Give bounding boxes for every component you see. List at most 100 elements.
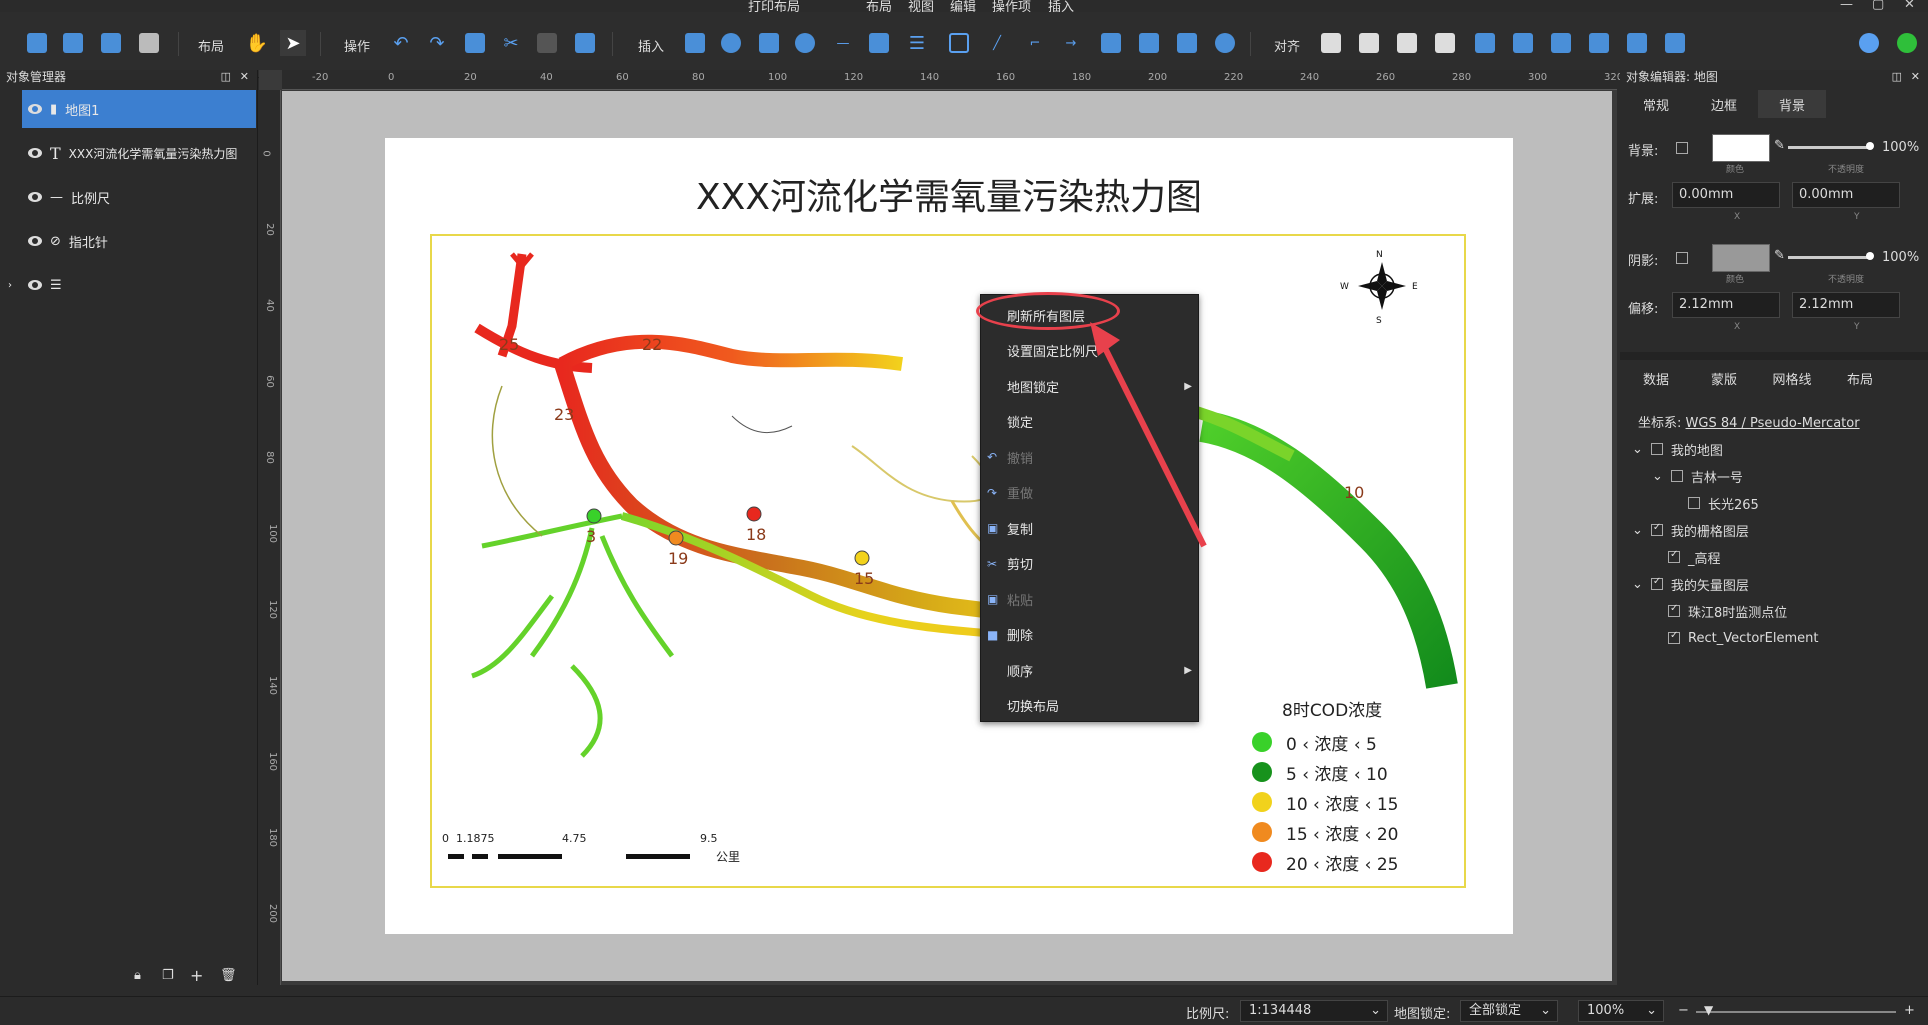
- tab-data[interactable]: 数据: [1622, 364, 1690, 392]
- layer-tree-item[interactable]: ⌄我的栅格图层: [1632, 519, 1749, 541]
- layer-checkbox[interactable]: [1668, 630, 1680, 644]
- close-panel-icon[interactable]: ✕: [240, 70, 249, 84]
- context-menu-item[interactable]: ■ 删除: [981, 617, 1200, 653]
- layer-item-title[interactable]: T XXX河流化学需氧量污染热力图: [22, 134, 256, 172]
- layer-checkbox[interactable]: [1688, 497, 1700, 509]
- insert-table-icon[interactable]: [1136, 30, 1162, 56]
- zoom-in-icon[interactable]: +: [1904, 1003, 1915, 1018]
- context-menu-item[interactable]: ▣ 粘贴: [981, 581, 1200, 617]
- close-window-icon[interactable]: ✕: [1904, 0, 1915, 12]
- tab-layout[interactable]: 布局: [1826, 364, 1894, 392]
- layer-checkbox[interactable]: [1670, 470, 1683, 482]
- insert-rect-icon[interactable]: [946, 30, 972, 56]
- layer-tree-item[interactable]: 珠江8时监测点位: [1652, 600, 1787, 622]
- lower-icon[interactable]: [1356, 30, 1382, 56]
- tab-grid[interactable]: 网格线: [1758, 364, 1826, 392]
- add-icon[interactable]: +: [190, 966, 203, 985]
- align-middle-icon[interactable]: [1624, 30, 1650, 56]
- offset-x-input[interactable]: 2.12mm: [1672, 292, 1780, 318]
- align-left-icon[interactable]: [1472, 30, 1498, 56]
- save-as-icon[interactable]: [98, 30, 124, 56]
- tab-border[interactable]: 边框: [1690, 90, 1758, 118]
- eye-icon[interactable]: [28, 148, 42, 158]
- zoom-select[interactable]: 100% ⌄: [1578, 1000, 1664, 1022]
- bg-checkbox[interactable]: [1676, 142, 1688, 154]
- chevron-down-icon[interactable]: ⌄: [1632, 577, 1643, 592]
- insert-legend-icon[interactable]: ☰: [904, 30, 930, 56]
- maximize-icon[interactable]: ▢: [1872, 0, 1884, 12]
- top-icon[interactable]: [1394, 30, 1420, 56]
- chevron-down-icon[interactable]: ⌄: [1632, 442, 1643, 457]
- eye-icon[interactable]: [28, 104, 42, 114]
- bottom-icon[interactable]: [1432, 30, 1458, 56]
- layer-checkbox[interactable]: [1668, 603, 1680, 617]
- cut-icon[interactable]: ✂: [498, 30, 524, 56]
- layer-item-legend[interactable]: › ☰: [8, 266, 256, 304]
- map-lock-select[interactable]: 全部锁定 ⌄: [1460, 1000, 1558, 1022]
- bg-opacity-value[interactable]: 100%: [1882, 140, 1919, 155]
- undo-icon[interactable]: ↶: [388, 30, 414, 56]
- tab-mask[interactable]: 蒙版: [1690, 364, 1758, 392]
- layer-tree-item[interactable]: 长光265: [1672, 492, 1759, 514]
- redo-icon[interactable]: ↷: [424, 30, 450, 56]
- tab-background[interactable]: 背景: [1758, 90, 1826, 118]
- expand-y-input[interactable]: 0.00mm: [1792, 182, 1900, 208]
- trash-icon[interactable]: 🗑︎: [220, 968, 237, 983]
- shadow-color-swatch[interactable]: [1712, 244, 1770, 272]
- eye-icon[interactable]: [28, 280, 42, 290]
- print-page[interactable]: XXX河流化学需氧量污染热力图 25 22 23 3 19 18 15 10 N…: [385, 138, 1513, 934]
- insert-html-icon[interactable]: [1212, 30, 1238, 56]
- layer-checkbox[interactable]: [1650, 443, 1663, 455]
- crs-link[interactable]: WGS 84 / Pseudo-Mercator: [1686, 416, 1860, 431]
- select-arrow-icon[interactable]: ➤: [280, 30, 306, 56]
- pan-hand-icon[interactable]: ✋: [244, 30, 270, 56]
- context-menu-item[interactable]: 顺序 ▶: [981, 652, 1200, 688]
- insert-text-icon[interactable]: [866, 30, 892, 56]
- float-icon[interactable]: ◫: [221, 70, 231, 84]
- align-bottom-icon[interactable]: [1662, 30, 1688, 56]
- bg-opacity-slider[interactable]: [1788, 146, 1870, 149]
- plugin-icon[interactable]: [1856, 30, 1882, 56]
- eyedropper-icon[interactable]: ✎: [1774, 138, 1785, 153]
- layer-tree-item[interactable]: ⌄ 我的地图: [1632, 438, 1723, 460]
- chevron-down-icon[interactable]: ⌄: [1652, 469, 1663, 484]
- layer-tree-item[interactable]: _高程: [1652, 546, 1721, 568]
- paste-icon[interactable]: [534, 30, 560, 56]
- scale-bar[interactable]: 0 1.1875 4.75 9.5 公里: [442, 832, 802, 872]
- zoom-slider-handle[interactable]: ▼: [1704, 1003, 1713, 1017]
- align-right-icon[interactable]: [1548, 30, 1574, 56]
- insert-arrow-icon[interactable]: →: [1058, 30, 1084, 56]
- layer-item-scalebar[interactable]: — 比例尺: [22, 178, 256, 216]
- insert-frame-icon[interactable]: [1174, 30, 1200, 56]
- insert-image-icon[interactable]: [756, 30, 782, 56]
- duplicate-icon[interactable]: ❐: [162, 968, 174, 983]
- tab-general[interactable]: 常规: [1622, 90, 1690, 118]
- insert-ellipse-icon[interactable]: [792, 30, 818, 56]
- layer-checkbox[interactable]: [1650, 576, 1663, 590]
- align-top-icon[interactable]: [1586, 30, 1612, 56]
- eye-icon[interactable]: [28, 236, 42, 246]
- context-menu-item[interactable]: 切换布局: [981, 688, 1200, 724]
- bg-color-swatch[interactable]: [1712, 134, 1770, 162]
- shadow-opacity-slider[interactable]: [1788, 256, 1870, 259]
- layer-item-map[interactable]: ▮ 地图1: [22, 90, 256, 128]
- slider-handle[interactable]: [1866, 252, 1874, 260]
- layer-tree-item[interactable]: ⌄我的矢量图层: [1632, 573, 1749, 595]
- close-panel-icon[interactable]: ✕: [1911, 70, 1920, 84]
- eyedropper-icon[interactable]: ✎: [1774, 248, 1785, 263]
- insert-callout-icon[interactable]: [1098, 30, 1124, 56]
- delete-icon[interactable]: [572, 30, 598, 56]
- scale-select[interactable]: 1:134448 ⌄: [1240, 1000, 1388, 1022]
- slider-handle[interactable]: [1866, 142, 1874, 150]
- shadow-checkbox[interactable]: [1676, 252, 1688, 264]
- insert-map-icon[interactable]: [682, 30, 708, 56]
- copy-icon[interactable]: [462, 30, 488, 56]
- float-icon[interactable]: ◫: [1892, 70, 1902, 84]
- insert-line-icon[interactable]: ╱: [984, 30, 1010, 56]
- align-center-icon[interactable]: [1510, 30, 1536, 56]
- map-title[interactable]: XXX河流化学需氧量污染热力图: [385, 168, 1513, 220]
- chevron-down-icon[interactable]: ⌄: [1632, 523, 1643, 538]
- raise-icon[interactable]: [1318, 30, 1344, 56]
- insert-scalebar-icon[interactable]: —: [830, 30, 856, 56]
- offset-y-input[interactable]: 2.12mm: [1792, 292, 1900, 318]
